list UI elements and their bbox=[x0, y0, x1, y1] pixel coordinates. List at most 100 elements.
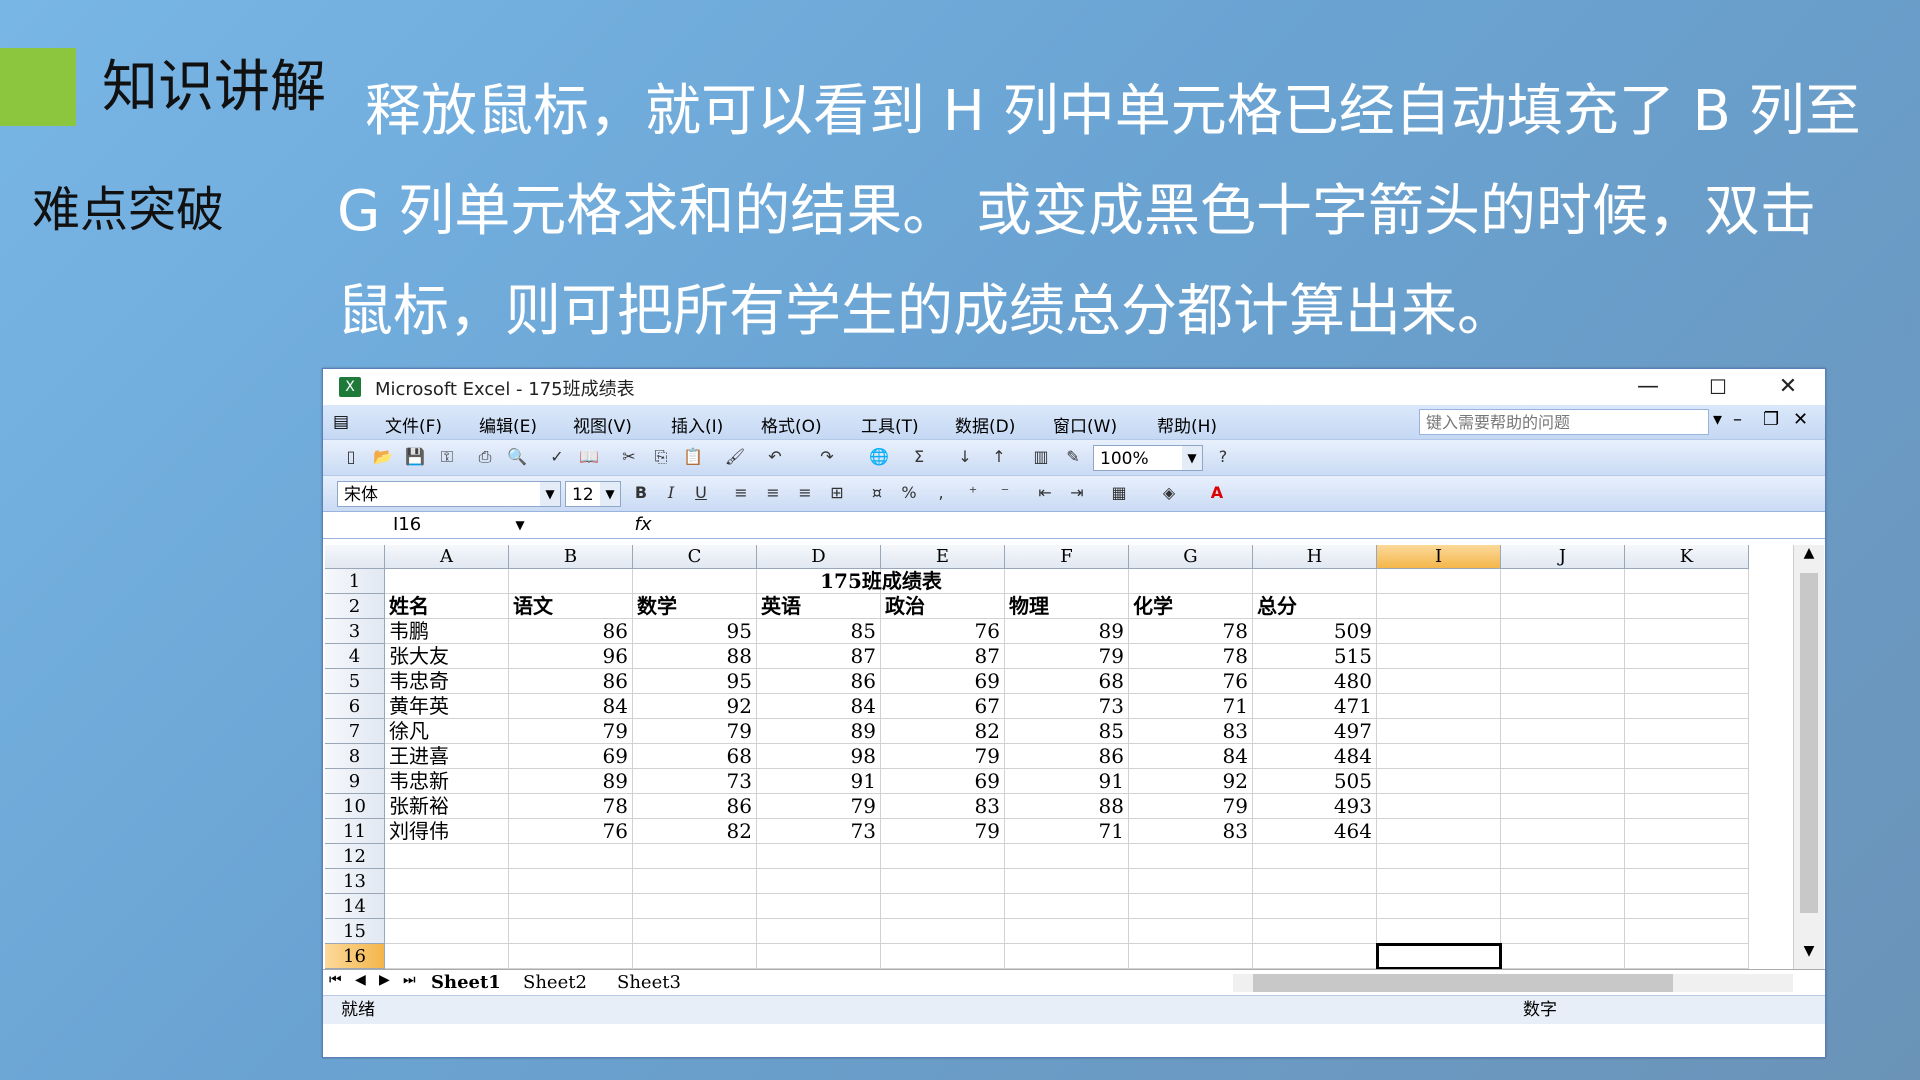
next-sheet-icon[interactable]: ▶ bbox=[379, 972, 390, 988]
row-header-14[interactable]: 14 bbox=[325, 894, 385, 919]
cell-a15[interactable] bbox=[385, 919, 509, 944]
align-left-icon[interactable]: ≡ bbox=[729, 482, 753, 504]
align-center-icon[interactable]: ≡ bbox=[761, 482, 785, 504]
cell-h16[interactable] bbox=[1253, 944, 1377, 969]
spelling-icon[interactable]: ✓ bbox=[545, 446, 569, 468]
fill-color-icon[interactable]: ◈ bbox=[1157, 482, 1181, 504]
autosum-icon[interactable]: Σ bbox=[907, 446, 931, 468]
minimize-button[interactable]: — bbox=[1613, 369, 1683, 405]
italic-button[interactable]: I bbox=[659, 482, 683, 504]
cell-f12[interactable] bbox=[1005, 844, 1129, 869]
menu-format[interactable]: 格式(O) bbox=[761, 412, 822, 437]
cell-j5[interactable] bbox=[1501, 669, 1625, 694]
cell-f15[interactable] bbox=[1005, 919, 1129, 944]
maximize-button[interactable]: ☐ bbox=[1683, 369, 1753, 405]
cell-d16[interactable] bbox=[757, 944, 881, 969]
cell-c16[interactable] bbox=[633, 944, 757, 969]
cell-f16[interactable] bbox=[1005, 944, 1129, 969]
cell-c14[interactable] bbox=[633, 894, 757, 919]
horizontal-scrollbar[interactable] bbox=[1233, 974, 1793, 992]
cell-j15[interactable] bbox=[1501, 919, 1625, 944]
cell-a12[interactable] bbox=[385, 844, 509, 869]
cell-e12[interactable] bbox=[881, 844, 1005, 869]
cell-i14[interactable] bbox=[1377, 894, 1501, 919]
underline-button[interactable]: U bbox=[689, 482, 713, 504]
decrease-decimal-icon[interactable]: ⁻ bbox=[993, 482, 1017, 504]
cell-c15[interactable] bbox=[633, 919, 757, 944]
row-header-12[interactable]: 12 bbox=[325, 844, 385, 869]
cell-i5[interactable] bbox=[1377, 669, 1501, 694]
cell-i11[interactable] bbox=[1377, 819, 1501, 844]
currency-icon[interactable]: ¤ bbox=[865, 482, 889, 504]
cell-i12[interactable] bbox=[1377, 844, 1501, 869]
cell-d14[interactable] bbox=[757, 894, 881, 919]
drawing-icon[interactable]: ✎ bbox=[1061, 446, 1085, 468]
font-name-select[interactable]: 宋体 ▼ bbox=[337, 481, 561, 507]
name-box[interactable]: I16 bbox=[323, 512, 507, 538]
tab-sheet3[interactable]: Sheet3 bbox=[617, 972, 681, 993]
row-header-13[interactable]: 13 bbox=[325, 869, 385, 894]
paste-icon[interactable]: 📋 bbox=[681, 446, 705, 468]
cell-e14[interactable] bbox=[881, 894, 1005, 919]
cell-i4[interactable] bbox=[1377, 644, 1501, 669]
row-header-1[interactable]: 1 bbox=[325, 569, 385, 594]
cell-i1[interactable] bbox=[1377, 569, 1501, 594]
zoom-dropdown-icon[interactable]: ▼ bbox=[1182, 446, 1202, 470]
active-cell-selection[interactable] bbox=[1376, 943, 1502, 969]
cell-e13[interactable] bbox=[881, 869, 1005, 894]
menu-help[interactable]: 帮助(H) bbox=[1157, 412, 1217, 437]
column-header-b[interactable]: B bbox=[509, 545, 633, 569]
font-size-select[interactable]: 12 ▼ bbox=[565, 481, 621, 507]
column-header-d[interactable]: D bbox=[757, 545, 881, 569]
print-preview-icon[interactable]: 🔍 bbox=[505, 446, 529, 468]
horizontal-scroll-thumb[interactable] bbox=[1253, 974, 1673, 992]
vertical-scroll-thumb[interactable] bbox=[1800, 573, 1818, 913]
cell-j4[interactable] bbox=[1501, 644, 1625, 669]
row-header-5[interactable]: 5 bbox=[325, 669, 385, 694]
column-header-j[interactable]: J bbox=[1501, 545, 1625, 569]
doc-restore-icon[interactable]: ❐ bbox=[1763, 409, 1779, 430]
cell-j16[interactable] bbox=[1501, 944, 1625, 969]
research-icon[interactable]: 📖 bbox=[577, 446, 601, 468]
row-header-8[interactable]: 8 bbox=[325, 744, 385, 769]
chart-wizard-icon[interactable]: ▥ bbox=[1029, 446, 1053, 468]
cell-b15[interactable] bbox=[509, 919, 633, 944]
menu-tools[interactable]: 工具(T) bbox=[861, 412, 919, 437]
cell-i13[interactable] bbox=[1377, 869, 1501, 894]
increase-indent-icon[interactable]: ⇥ bbox=[1065, 482, 1089, 504]
cell-a14[interactable] bbox=[385, 894, 509, 919]
column-header-a[interactable]: A bbox=[385, 545, 509, 569]
cell-k16[interactable] bbox=[1625, 944, 1749, 969]
cell-h15[interactable] bbox=[1253, 919, 1377, 944]
borders-icon[interactable]: ▦ bbox=[1107, 482, 1131, 504]
cell-g15[interactable] bbox=[1129, 919, 1253, 944]
insert-function-button[interactable]: fx bbox=[623, 512, 663, 538]
cell-j2[interactable] bbox=[1501, 594, 1625, 619]
cell-j7[interactable] bbox=[1501, 719, 1625, 744]
cell-d15[interactable] bbox=[757, 919, 881, 944]
cell-j9[interactable] bbox=[1501, 769, 1625, 794]
cell-i6[interactable] bbox=[1377, 694, 1501, 719]
menu-window[interactable]: 窗口(W) bbox=[1053, 412, 1117, 437]
scroll-up-icon[interactable]: ▲ bbox=[1794, 545, 1824, 569]
comma-button[interactable]: , bbox=[929, 482, 953, 504]
cell-b13[interactable] bbox=[509, 869, 633, 894]
font-color-icon[interactable]: A bbox=[1205, 482, 1229, 504]
cell-h12[interactable] bbox=[1253, 844, 1377, 869]
cell-j11[interactable] bbox=[1501, 819, 1625, 844]
row-header-4[interactable]: 4 bbox=[325, 644, 385, 669]
cell-g14[interactable] bbox=[1129, 894, 1253, 919]
cell-a16[interactable] bbox=[385, 944, 509, 969]
worksheet-grid[interactable]: ABCDEFGHIJK1234567891011121314151617175班… bbox=[325, 545, 1791, 969]
sort-desc-icon[interactable]: ↑ bbox=[987, 446, 1011, 468]
cell-k5[interactable] bbox=[1625, 669, 1749, 694]
cut-icon[interactable]: ✂ bbox=[617, 446, 641, 468]
cell-f13[interactable] bbox=[1005, 869, 1129, 894]
cell-j8[interactable] bbox=[1501, 744, 1625, 769]
cell-c12[interactable] bbox=[633, 844, 757, 869]
menu-insert[interactable]: 插入(I) bbox=[671, 412, 723, 437]
cell-k4[interactable] bbox=[1625, 644, 1749, 669]
cell-k15[interactable] bbox=[1625, 919, 1749, 944]
cell-i3[interactable] bbox=[1377, 619, 1501, 644]
column-header-e[interactable]: E bbox=[881, 545, 1005, 569]
